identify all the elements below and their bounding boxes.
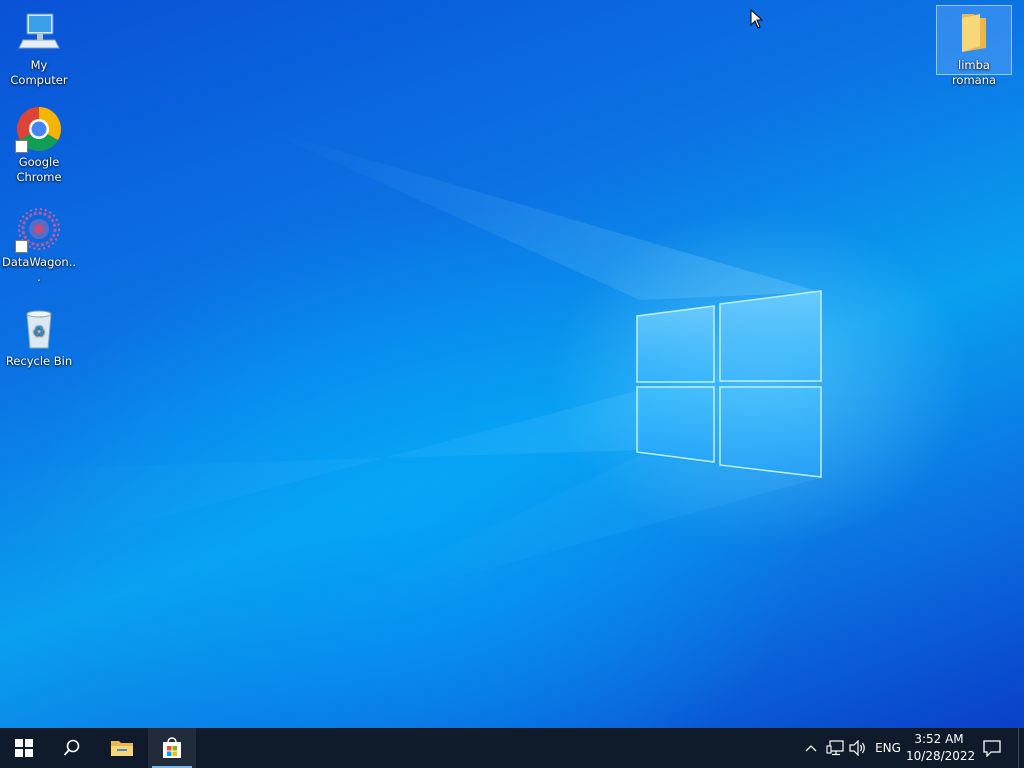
shortcut-arrow-icon [15,240,28,253]
desktop-icon-label: Recycle Bin [5,354,73,368]
clock[interactable]: 3:52 AM 10/28/2022 [906,731,976,765]
taskbar-file-explorer[interactable] [98,728,146,768]
network-button[interactable] [824,728,846,768]
volume-icon [849,740,865,756]
windows-start-icon [15,739,33,757]
desktop-icon-limba-romana[interactable]: limba romana [936,5,1012,87]
svg-text:♻: ♻ [33,324,46,340]
chrome-icon [15,105,63,153]
taskbar-microsoft-store[interactable] [148,728,196,768]
folder-icon [950,8,998,56]
folder-icon [111,741,133,756]
computer-icon [15,8,63,56]
language-label: ENG [875,741,901,755]
notification-icon [983,740,1001,757]
notification-center-button[interactable] [978,728,1006,768]
tray-overflow-button[interactable] [800,728,822,768]
desktop-icon-recycle-bin[interactable]: ♻ Recycle Bin [1,304,77,369]
volume-button[interactable] [847,728,869,768]
desktop-icon-label: DataWagon... [1,255,77,284]
desktop-icon-google-chrome[interactable]: Google Chrome [1,105,77,185]
recycle-bin-icon: ♻ [15,304,63,352]
datawagon-icon [15,205,63,253]
clock-time: 3:52 AM [914,732,964,746]
shortcut-arrow-icon [15,140,28,153]
taskbar: ENG 3:52 AM 10/28/2022 [0,728,1024,768]
desktop-icon-label: My Computer [10,58,68,87]
desktop-icon-label: Google Chrome [16,155,62,184]
network-icon [826,740,844,756]
wallpaper-light-beams [0,128,820,620]
store-icon [163,737,181,758]
windows-logo-wallpaper [636,290,822,478]
desktop[interactable]: My Computer Google Chrome DataWagon... ♻… [0,0,1024,728]
desktop-icon-label: limba romana [951,58,997,87]
mouse-cursor-icon [750,9,764,29]
show-desktop-button[interactable] [1018,728,1024,768]
language-indicator[interactable]: ENG [872,728,904,768]
desktop-icon-datawagon[interactable]: DataWagon... [1,205,77,285]
search-icon [63,739,80,756]
desktop-icon-my-computer[interactable]: My Computer [1,8,77,88]
search-button[interactable] [48,728,96,768]
clock-date: 10/28/2022 [906,749,976,763]
chevron-up-icon [805,745,817,752]
start-button[interactable] [0,728,48,768]
